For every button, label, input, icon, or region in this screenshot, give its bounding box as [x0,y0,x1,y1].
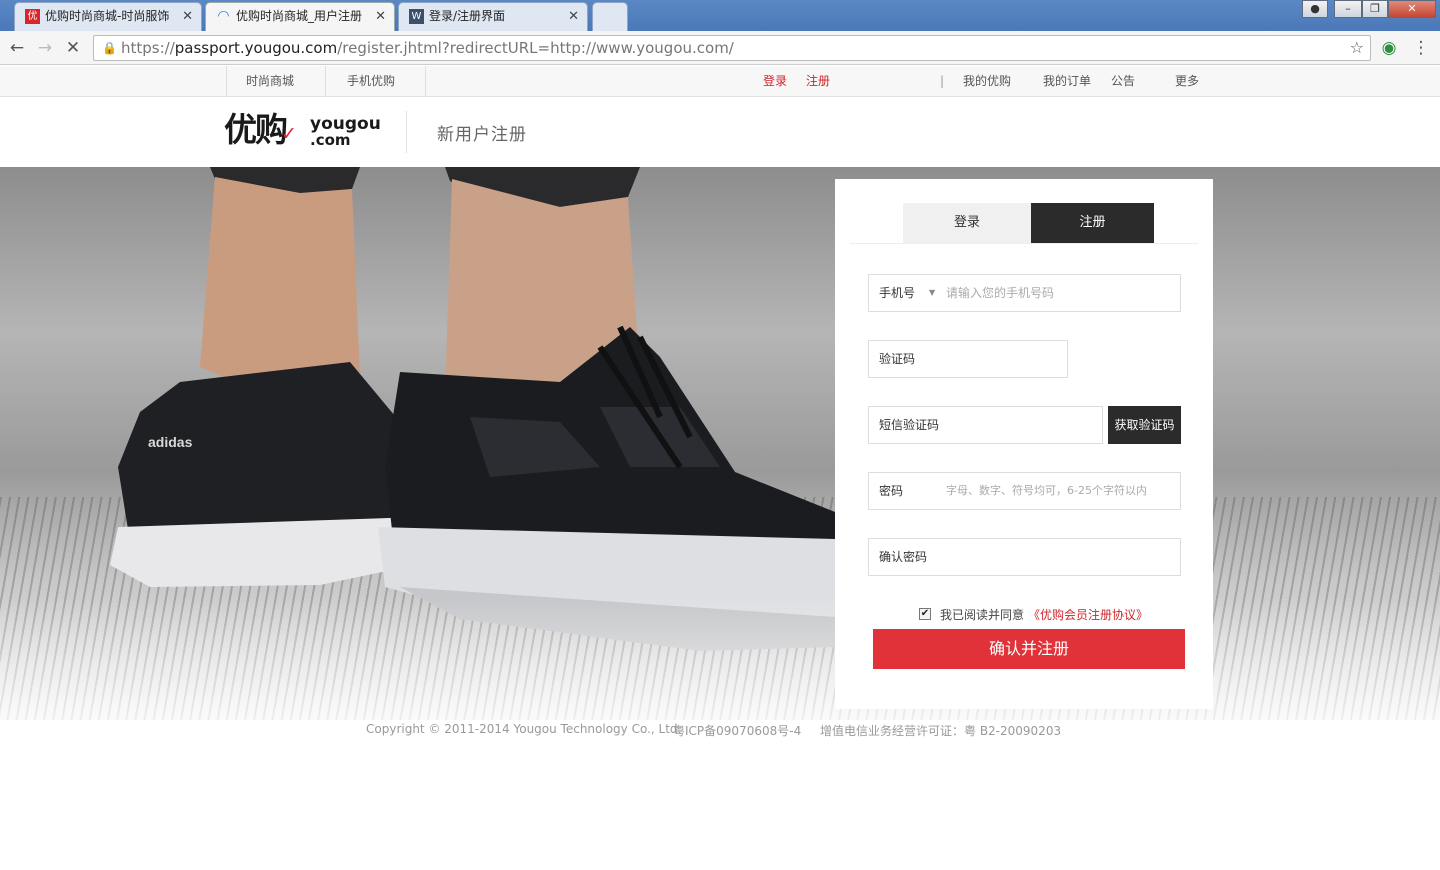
forward-icon[interactable]: → [34,37,56,59]
password-field[interactable]: 密码 字母、数字、符号均可，6-25个字符以内 [868,472,1181,510]
loading-spinner-icon: ◠ [217,8,230,24]
hero-banner: adidas [0,167,1440,720]
menu-kebab-icon[interactable]: ⋮ [1410,37,1432,59]
nav-fashion-mall[interactable]: 时尚商城 [246,66,294,97]
site-top-nav: 时尚商城 手机优购 登录 注册 | 我的优购 我的订单 公告 更多 [0,66,1440,97]
close-tab-icon[interactable]: ✕ [568,3,579,30]
secure-lock-icon: 🔒 [102,41,117,55]
browser-toolbar: ← → ✕ 🔒 https://passport.yougou.com/regi… [0,31,1440,65]
close-tab-icon[interactable]: ✕ [375,3,386,30]
license-text: 增值电信业务经营许可证：粤 B2-20090203 [820,724,1062,738]
tab-title: 优购时尚商城_用户注册 [236,9,363,23]
get-sms-code-button[interactable]: 获取验证码 [1108,406,1181,444]
new-tab-button[interactable] [592,2,628,31]
copyright-text: Copyright © 2011-2014 Yougou Technology … [366,722,682,736]
icp-text[interactable]: 粤ICP备09070608号-4 [673,722,801,739]
logo-cn: 优购 [224,110,288,149]
divider [325,66,326,97]
nav-my-yougou[interactable]: 我的优购 [963,66,1011,97]
url-scheme: https:// [121,39,175,57]
divider [850,243,1198,244]
chevron-down-icon: ▼ [929,288,936,297]
tab-register[interactable]: 注册 [1031,203,1154,243]
yougou-logo[interactable]: 优购 ✓ yougou .com [224,109,384,155]
tab-register[interactable]: ◠ 优购时尚商城_用户注册 ✕ [205,2,395,31]
restore-button[interactable]: ❐ [1362,0,1388,18]
hero-bottom-fade [0,597,1440,720]
tab-title: 登录/注册界面 [429,9,506,23]
tab-title: 优购时尚商城-时尚服饰 [45,9,170,23]
nav-mobile-yougou[interactable]: 手机优购 [347,66,395,97]
submit-register-button[interactable]: 确认并注册 [873,629,1185,669]
divider: | [940,74,945,88]
tab-yougou-home[interactable]: 优 优购时尚商城-时尚服饰 ✕ [14,2,202,31]
ws-favicon-icon: W [409,9,424,24]
sms-code-label: 短信验证码 [879,418,940,432]
close-tab-icon[interactable]: ✕ [182,3,193,30]
captcha-field[interactable]: 验证码 [868,340,1068,378]
password-label: 密码 [879,484,904,498]
divider [226,66,227,97]
nav-announcements[interactable]: 公告 [1111,66,1135,97]
user-icon[interactable]: ● [1302,0,1328,18]
minimize-button[interactable]: – [1334,0,1362,18]
bookmark-star-icon[interactable]: ☆ [1350,36,1364,60]
nav-login-link[interactable]: 登录 [763,66,787,97]
close-window-button[interactable]: ✕ [1388,0,1436,18]
page-title: 新用户注册 [437,125,527,145]
logo-check-icon: ✓ [281,123,297,145]
back-icon[interactable]: ← [6,37,28,59]
confirm-password-field[interactable]: 确认密码 [868,538,1181,576]
confirm-password-label: 确认密码 [879,550,928,564]
sms-code-field[interactable]: 短信验证码 [868,406,1103,444]
nav-register-link[interactable]: 注册 [806,66,830,97]
phone-prefix-select[interactable]: 手机号 [879,286,915,300]
register-card: 登录 注册 手机号 ▼ 请输入您的手机号码 验证码 短信验证码 获取验证码 密码… [835,179,1213,709]
tab-login[interactable]: 登录 [903,203,1031,243]
phone-field[interactable]: 手机号 ▼ 请输入您的手机号码 [868,274,1181,312]
phone-placeholder: 请输入您的手机号码 [946,286,1055,300]
password-placeholder: 字母、数字、符号均可，6-25个字符以内 [946,484,1147,497]
nav-my-orders[interactable]: 我的订单 [1043,66,1091,97]
yougou-favicon-icon: 优 [25,9,40,24]
extension-globe-icon[interactable]: ◉ [1378,37,1400,59]
tab-strip: 优 优购时尚商城-时尚服饰 ✕ ◠ 优购时尚商城_用户注册 ✕ W 登录/注册界… [0,0,1440,31]
agree-checkbox[interactable]: ✔ [919,608,931,620]
address-bar[interactable]: 🔒 https://passport.yougou.com/register.j… [93,35,1371,61]
site-footer: Copyright © 2011-2014 Yougou Technology … [0,720,1440,870]
agree-text: 我已阅读并同意 [940,608,1025,622]
logo-dom: .com [310,131,351,149]
nav-more[interactable]: 更多 [1175,66,1199,97]
adidas-brand: adidas [148,434,193,450]
site-header: 优购 ✓ yougou .com 新用户注册 [0,97,1440,167]
agreement-link[interactable]: 《优购会员注册协议》 [1028,606,1148,623]
divider [406,111,407,153]
tab-login-register[interactable]: W 登录/注册界面 ✕ [398,2,588,31]
stop-loading-icon[interactable]: ✕ [62,37,84,59]
divider [425,66,426,97]
captcha-label: 验证码 [879,352,916,366]
url-host: passport.yougou.com [174,39,338,57]
url-path: /register.jhtml?redirectURL=http://www.y… [337,39,734,57]
